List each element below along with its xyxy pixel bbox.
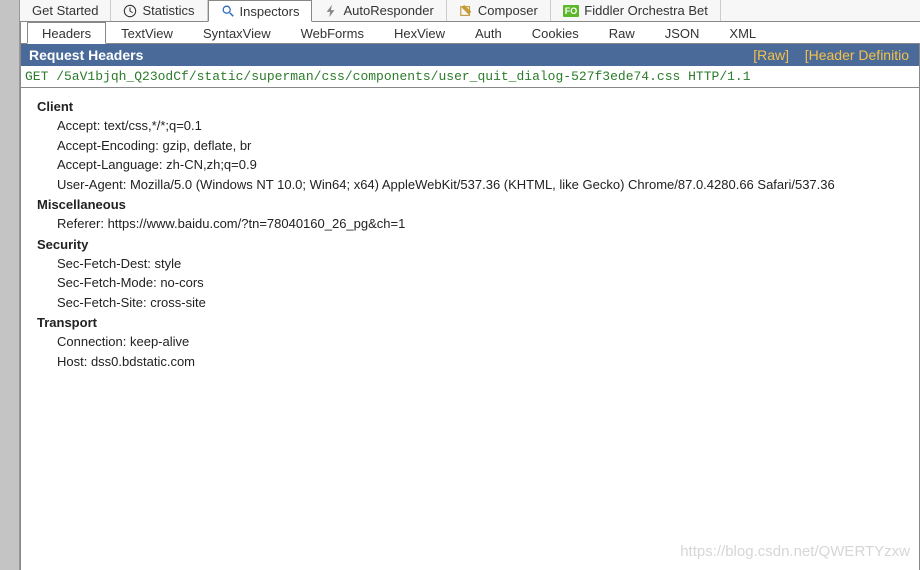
header-connection[interactable]: Connection: keep-alive [25, 332, 915, 352]
link-header-definitions[interactable]: [Header Definitio [803, 47, 911, 63]
subtab-xml[interactable]: XML [714, 22, 771, 43]
subtab-cookies[interactable]: Cookies [517, 22, 594, 43]
group-client[interactable]: Client [25, 99, 915, 114]
header-sec-fetch-site[interactable]: Sec-Fetch-Site: cross-site [25, 293, 915, 313]
subtab-json[interactable]: JSON [650, 22, 715, 43]
headers-tree: Client Accept: text/css,*/*;q=0.1 Accept… [20, 88, 920, 570]
compose-icon [459, 4, 473, 18]
header-user-agent[interactable]: User-Agent: Mozilla/5.0 (Windows NT 10.0… [25, 175, 915, 195]
tab-label: Composer [478, 3, 538, 18]
lightning-icon [324, 4, 338, 18]
tab-orchestra[interactable]: FO Fiddler Orchestra Bet [551, 0, 721, 21]
fo-icon: FO [563, 5, 580, 17]
tab-composer[interactable]: Composer [447, 0, 551, 21]
group-security[interactable]: Security [25, 237, 915, 252]
tab-label: Fiddler Orchestra Bet [584, 3, 708, 18]
tab-label: AutoResponder [343, 3, 433, 18]
request-line: GET /5aV1bjqh_Q23odCf/static/superman/cs… [20, 66, 920, 88]
subtab-raw[interactable]: Raw [594, 22, 650, 43]
header-host[interactable]: Host: dss0.bdstatic.com [25, 352, 915, 372]
group-miscellaneous[interactable]: Miscellaneous [25, 197, 915, 212]
tab-statistics[interactable]: Statistics [111, 0, 207, 21]
subtab-auth[interactable]: Auth [460, 22, 517, 43]
link-raw[interactable]: [Raw] [751, 47, 791, 63]
section-title: Request Headers [29, 47, 143, 63]
subtab-textview[interactable]: TextView [106, 22, 188, 43]
header-referer[interactable]: Referer: https://www.baidu.com/?tn=78040… [25, 214, 915, 234]
subtab-webforms[interactable]: WebForms [286, 22, 379, 43]
tab-get-started[interactable]: Get Started [20, 0, 111, 21]
magnifier-icon [221, 4, 235, 18]
header-accept-language[interactable]: Accept-Language: zh-CN,zh;q=0.9 [25, 155, 915, 175]
left-gutter [0, 0, 20, 570]
tab-inspectors[interactable]: Inspectors [208, 0, 313, 22]
group-transport[interactable]: Transport [25, 315, 915, 330]
tab-label: Get Started [32, 3, 98, 18]
header-accept-encoding[interactable]: Accept-Encoding: gzip, deflate, br [25, 136, 915, 156]
header-sec-fetch-dest[interactable]: Sec-Fetch-Dest: style [25, 254, 915, 274]
request-headers-bar: Request Headers [Raw] [Header Definitio [20, 44, 920, 66]
subtab-syntaxview[interactable]: SyntaxView [188, 22, 286, 43]
subtab-headers[interactable]: Headers [27, 22, 106, 44]
tab-label: Inspectors [240, 4, 300, 19]
top-tab-strip: Get Started Statistics Inspectors AutoRe… [20, 0, 920, 22]
header-accept[interactable]: Accept: text/css,*/*;q=0.1 [25, 116, 915, 136]
header-sec-fetch-mode[interactable]: Sec-Fetch-Mode: no-cors [25, 273, 915, 293]
subtab-hexview[interactable]: HexView [379, 22, 460, 43]
tab-label: Statistics [142, 3, 194, 18]
main-panel: Get Started Statistics Inspectors AutoRe… [20, 0, 920, 570]
clock-icon [123, 4, 137, 18]
inspector-sub-tabs: Headers TextView SyntaxView WebForms Hex… [20, 22, 920, 44]
tab-autoresponder[interactable]: AutoResponder [312, 0, 446, 21]
section-links: [Raw] [Header Definitio [751, 47, 911, 63]
